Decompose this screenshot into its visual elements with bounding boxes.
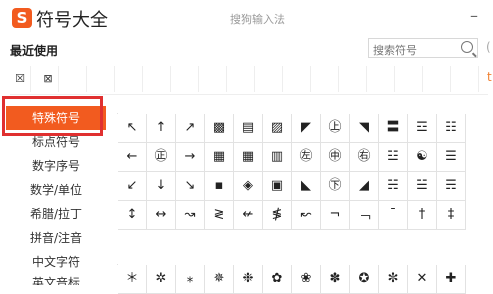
app-subtitle: 搜狗输入法 <box>230 13 285 26</box>
symbol-cell[interactable]: ✽ <box>321 265 350 294</box>
app-title: 符号大全 <box>36 10 108 31</box>
recent-symbols-row: ☒ ⊠ <box>10 66 488 94</box>
symbol-cell[interactable]: ▤ <box>234 114 263 143</box>
symbol-cell[interactable]: ◥ <box>350 114 379 143</box>
symbol-cell[interactable]: ☵ <box>379 172 408 201</box>
symbol-cell[interactable]: → <box>176 143 205 172</box>
recent-symbol[interactable]: ☒ <box>10 66 31 92</box>
minimize-button[interactable]: – <box>470 6 478 25</box>
recent-used-label: 最近使用 <box>10 44 59 58</box>
symbol-grid: ↖ ↑ ↗ ▩ ▤ ▨ ◤ ㊤ ◥ 〓 ☲ ☷ ← ㊣ → ▦ ▦ ▥ ㊧ ㊥ … <box>117 113 466 230</box>
selection-highlight-frame <box>2 96 103 136</box>
symbol-cell[interactable]: ▦ <box>234 143 263 172</box>
category-chinese-chars[interactable]: 中文字符 <box>6 250 106 274</box>
category-greek-latin[interactable]: 希腊/拉丁 <box>6 202 106 226</box>
symbol-cell[interactable]: ◣ <box>292 172 321 201</box>
symbol-cell[interactable]: ☴ <box>437 172 466 201</box>
category-math-unit[interactable]: 数学/单位 <box>6 178 106 202</box>
symbol-cell[interactable]: ▣ <box>263 172 292 201</box>
symbol-cell[interactable]: 〓 <box>379 114 408 143</box>
symbol-cell[interactable]: ↔ <box>147 201 176 230</box>
recent-empty-slot[interactable] <box>206 66 227 92</box>
recent-empty-slot[interactable] <box>122 66 143 92</box>
sogou-logo-icon: S <box>12 8 32 28</box>
symbol-cell[interactable]: ‡ <box>437 201 466 230</box>
symbol-cell[interactable]: ☯ <box>408 143 437 172</box>
recent-empty-slot[interactable] <box>262 66 283 92</box>
title-bar: S 符号大全 搜狗输入法 – <box>0 0 493 36</box>
symbol-cell[interactable]: ▩ <box>205 114 234 143</box>
recent-empty-slot[interactable] <box>458 66 479 92</box>
symbol-cell[interactable]: ㊧ <box>292 143 321 172</box>
symbol-cell[interactable]: ㊦ <box>321 172 350 201</box>
symbol-cell[interactable]: ✪ <box>350 265 379 294</box>
symbol-cell[interactable]: ✵ <box>205 265 234 294</box>
divider <box>10 94 488 95</box>
symbol-cell[interactable]: ↙ <box>118 172 147 201</box>
symbol-cell[interactable]: ㊣ <box>147 143 176 172</box>
recent-empty-slot[interactable] <box>318 66 339 92</box>
category-number-serial[interactable]: 数字序号 <box>6 154 106 178</box>
recent-empty-slot[interactable] <box>150 66 171 92</box>
symbol-cell[interactable]: ↕ <box>118 201 147 230</box>
symbol-cell[interactable]: ↗ <box>176 114 205 143</box>
symbol-cell[interactable]: ＊ <box>118 265 147 294</box>
edge-fragment: ( <box>486 40 491 54</box>
symbol-cell[interactable]: ㊤ <box>321 114 350 143</box>
symbol-cell[interactable]: ㊥ <box>321 143 350 172</box>
symbol-cell[interactable]: ¯ <box>379 201 408 230</box>
symbol-cell[interactable]: ✲ <box>147 265 176 294</box>
symbol-cell[interactable]: ✚ <box>437 265 466 294</box>
symbol-cell[interactable]: ◢ <box>350 172 379 201</box>
symbol-cell[interactable]: ← <box>118 143 147 172</box>
recent-empty-slot[interactable] <box>234 66 255 92</box>
recent-empty-slot[interactable] <box>94 66 115 92</box>
symbol-cell[interactable]: ▥ <box>263 143 292 172</box>
symbol-cell[interactable]: ☳ <box>379 143 408 172</box>
category-pinyin-zhuyin[interactable]: 拼音/注音 <box>6 226 106 250</box>
category-english-phonetic[interactable]: 英文音标 <box>6 274 106 285</box>
symbol-cell[interactable]: ↑ <box>147 114 176 143</box>
symbol-cell[interactable]: ≷ <box>205 201 234 230</box>
symbol-cell[interactable]: ↜ <box>292 201 321 230</box>
symbol-cell[interactable]: ❉ <box>234 265 263 294</box>
search-box[interactable] <box>368 38 478 60</box>
recent-empty-slot[interactable] <box>402 66 423 92</box>
recent-symbol[interactable]: ⊠ <box>38 66 59 92</box>
symbol-cell[interactable]: ↖ <box>118 114 147 143</box>
symbol-cell[interactable]: ﹁ <box>350 201 379 230</box>
symbol-cell[interactable]: ❀ <box>292 265 321 294</box>
symbol-cell[interactable]: ≸ <box>263 201 292 230</box>
symbol-cell[interactable]: † <box>408 201 437 230</box>
symbol-cell[interactable]: ▦ <box>205 143 234 172</box>
symbol-cell[interactable]: ◤ <box>292 114 321 143</box>
symbol-cell[interactable]: ✕ <box>408 265 437 294</box>
symbol-grid-lower: ＊ ✲ ⁎ ✵ ❉ ✿ ❀ ✽ ✪ ✼ ✕ ✚ <box>117 264 466 294</box>
recent-empty-slot[interactable] <box>66 66 87 92</box>
search-input[interactable] <box>369 41 461 60</box>
symbol-cell[interactable]: ✼ <box>379 265 408 294</box>
recent-empty-slot[interactable] <box>430 66 451 92</box>
symbol-cell[interactable]: ↚ <box>234 201 263 230</box>
symbol-cell[interactable]: ↘ <box>176 172 205 201</box>
symbol-cell[interactable]: ¬ <box>321 201 350 230</box>
symbol-cell[interactable]: ◈ <box>234 172 263 201</box>
symbol-cell[interactable]: ☱ <box>408 172 437 201</box>
search-icon[interactable] <box>461 41 473 53</box>
recent-empty-slot[interactable] <box>374 66 395 92</box>
symbol-cell[interactable]: ↝ <box>176 201 205 230</box>
symbol-cell[interactable]: ㊨ <box>350 143 379 172</box>
symbol-cell[interactable]: ☰ <box>437 143 466 172</box>
symbol-cell[interactable]: ▨ <box>263 114 292 143</box>
recent-empty-slot[interactable] <box>346 66 367 92</box>
symbol-cell[interactable]: ☷ <box>437 114 466 143</box>
recent-empty-slot[interactable] <box>178 66 199 92</box>
symbol-cell[interactable]: ⁎ <box>176 265 205 294</box>
symbol-cell[interactable]: ☲ <box>408 114 437 143</box>
recent-empty-slot[interactable] <box>290 66 311 92</box>
symbol-cell[interactable]: ✿ <box>263 265 292 294</box>
symbol-cell[interactable]: ▪ <box>205 172 234 201</box>
symbol-cell[interactable]: ↓ <box>147 172 176 201</box>
